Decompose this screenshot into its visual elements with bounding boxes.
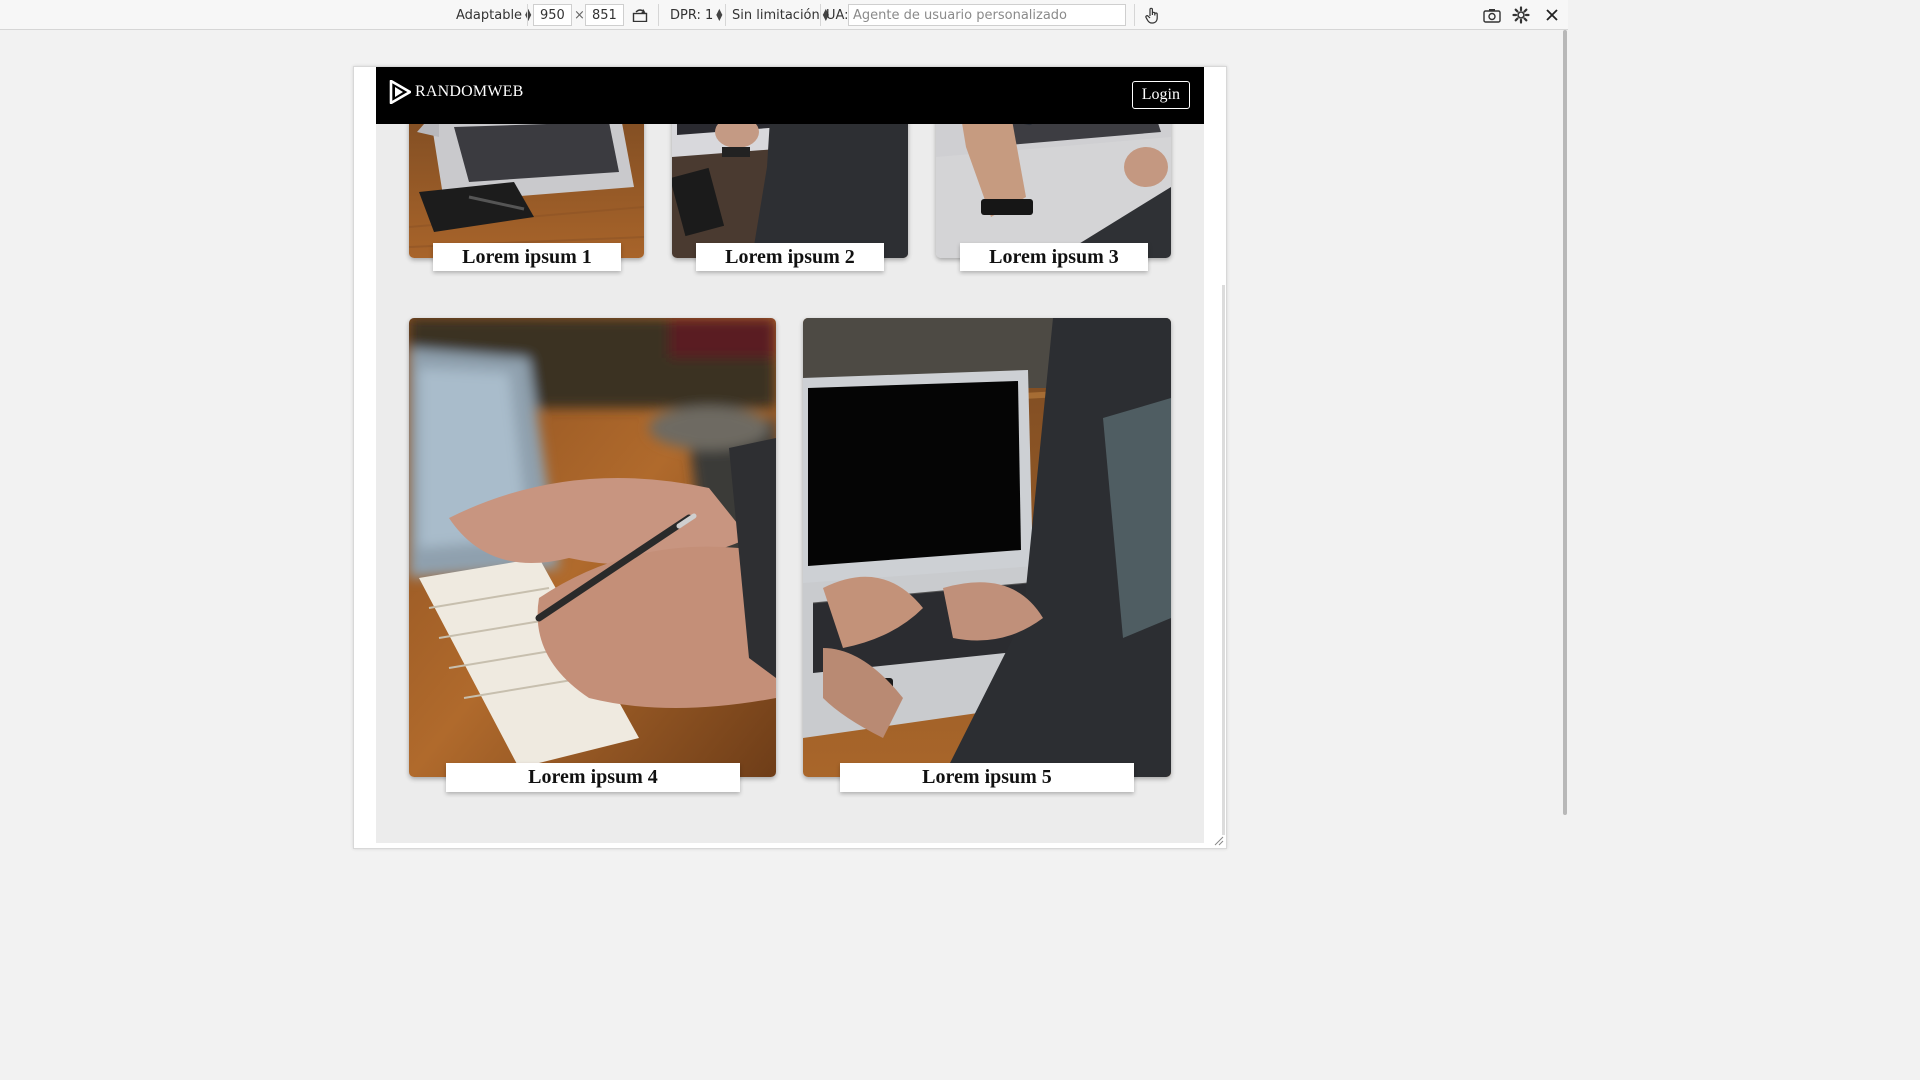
responsive-viewport-frame: RANDOMWEB Login Lorem ipsum 1 Lorem ipsu…	[353, 66, 1227, 849]
brand-name: RANDOMWEB	[415, 83, 524, 100]
site-logo[interactable]: RANDOMWEB	[389, 80, 523, 104]
device-mode-select[interactable]: Adaptable ▲ ▼	[452, 0, 535, 30]
throttle-label: Sin limitación	[732, 7, 820, 23]
typing-macbook-photo	[803, 318, 1171, 777]
page-scrollbar[interactable]	[1562, 30, 1568, 882]
close-icon[interactable]	[1541, 4, 1563, 26]
screenshot-icon[interactable]	[1481, 4, 1503, 26]
gallery-card-5[interactable]	[803, 318, 1171, 777]
resize-handle-icon[interactable]	[1212, 834, 1224, 846]
rotate-icon[interactable]	[629, 4, 651, 26]
card-caption: Lorem ipsum 5	[840, 763, 1134, 792]
viewport-height-input[interactable]: 851	[585, 4, 624, 26]
user-agent-input[interactable]: Agente de usuario personalizado	[848, 4, 1126, 26]
ua-label: UA:	[826, 7, 849, 23]
play-logo-icon	[389, 80, 411, 104]
page-viewport: RANDOMWEB Login Lorem ipsum 1 Lorem ipsu…	[376, 67, 1204, 843]
writing-notebook-photo	[409, 318, 776, 777]
responsive-toolbar: Adaptable ▲ ▼ 950 × 851 DPR: 1 ▲ ▼ Sin lim…	[0, 0, 1568, 30]
select-arrows-icon: ▲ ▼	[525, 7, 532, 22]
viewport-width-input[interactable]: 950	[533, 4, 572, 26]
card-caption: Lorem ipsum 4	[446, 763, 740, 792]
select-arrows-icon: ▲ ▼	[716, 7, 723, 22]
viewport-scrollbar[interactable]	[1222, 285, 1225, 835]
login-button[interactable]: Login	[1131, 81, 1190, 109]
card-caption: Lorem ipsum 3	[960, 243, 1148, 271]
card-caption: Lorem ipsum 1	[433, 243, 621, 271]
dimension-separator: ×	[574, 7, 585, 23]
device-mode-label: Adaptable	[456, 7, 523, 23]
dpr-select[interactable]: DPR: 1 ▲ ▼	[666, 0, 726, 30]
card-caption: Lorem ipsum 2	[696, 243, 884, 271]
throttle-select[interactable]: Sin limitación ▲ ▼	[728, 0, 833, 30]
settings-gear-icon[interactable]	[1510, 4, 1532, 26]
gallery-card-4[interactable]	[409, 318, 776, 777]
site-navbar: RANDOMWEB Login	[376, 67, 1204, 124]
touch-simulation-icon[interactable]	[1141, 4, 1163, 26]
dpr-label: DPR: 1	[670, 7, 714, 23]
